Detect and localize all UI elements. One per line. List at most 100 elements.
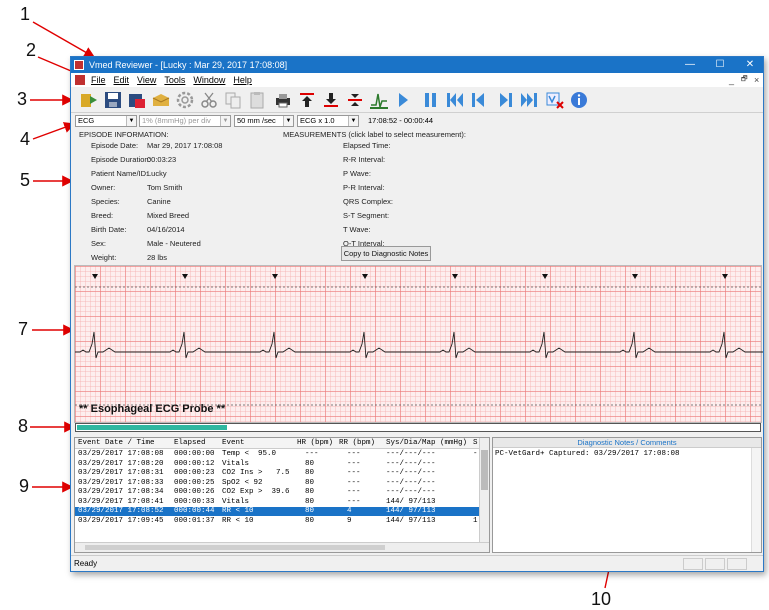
menu-edit[interactable]: Edit [110, 73, 134, 87]
beat-marker-icon [452, 274, 458, 279]
status-bar: Ready [71, 555, 763, 571]
notes-vertical-scrollbar[interactable] [751, 448, 761, 552]
cut-icon[interactable] [199, 90, 219, 110]
col-s[interactable]: S [473, 439, 478, 448]
pause-icon[interactable] [421, 90, 441, 110]
probe-label: ** Esophageal ECG Probe ** [79, 403, 226, 415]
display-settings-bar: ECG ▼ 1% (8mmHg) per div ▼ 50 mm /sec ▼ ECG… [71, 113, 763, 129]
skip-to-start-icon[interactable] [445, 90, 465, 110]
table-row-selected[interactable]: 03/29/2017 17:08:52 000:00:44 RR < 10 80 4 14… [75, 507, 479, 516]
cell-bp: 144/ 97/113 [386, 497, 436, 506]
table-row[interactable]: 03/29/2017 17:08:33 000:00:25 SpO2 < 92 80 -… [75, 479, 479, 488]
align-bottom-icon[interactable] [321, 90, 341, 110]
minimize-button[interactable]: — [675, 57, 705, 73]
mdi-minimize-button[interactable]: _ [729, 73, 734, 87]
diagnostic-notes-panel[interactable]: Diagnostic Notes / Comments PC-VetGard+ … [492, 437, 762, 553]
measurement-st-segment[interactable]: S-T Segment: [343, 211, 389, 220]
playback-progress-bar[interactable] [75, 423, 761, 432]
scale-select-value: 1% (8mmHg) per div [142, 116, 211, 125]
col-elapsed[interactable]: Elapsed [174, 439, 206, 448]
value-marker-icon[interactable] [545, 90, 565, 110]
align-top-icon[interactable] [297, 90, 317, 110]
callout-7: 7 [18, 319, 29, 339]
cell-hr: 80 [305, 478, 315, 487]
table-row[interactable]: 03/29/2017 17:08:20 000:00:12 Vitals 80 --- -… [75, 460, 479, 469]
status-pane [727, 558, 747, 570]
cell-event: Temp < 95.0 [222, 450, 277, 458]
events-horizontal-scrollbar[interactable] [75, 542, 489, 552]
measurement-elapsed-time[interactable]: Elapsed Time: [343, 141, 391, 150]
align-center-icon[interactable] [345, 90, 365, 110]
menu-tools[interactable]: Tools [160, 73, 189, 87]
menu-window[interactable]: Window [189, 73, 229, 87]
menu-view[interactable]: View [133, 73, 160, 87]
status-text: Ready [74, 559, 98, 568]
copy-icon[interactable] [223, 90, 243, 110]
mdi-close-button[interactable]: × [754, 73, 759, 87]
print-icon[interactable] [273, 90, 293, 110]
beat-marker-icon [542, 274, 548, 279]
cell-s: - [473, 450, 478, 458]
table-row[interactable]: 03/29/2017 17:08:41 000:00:33 Vitals 80 --- 1… [75, 498, 479, 507]
weight-label: Weight: [91, 253, 117, 262]
cell-elapsed: 000:00:00 [174, 450, 215, 458]
col-hr[interactable]: HR (bpm) [297, 439, 333, 448]
open-icon[interactable] [79, 90, 99, 110]
step-back-icon[interactable] [469, 90, 489, 110]
gain-select[interactable]: ECG x 1.0 ▼ [297, 115, 359, 127]
speed-select[interactable]: 50 mm /sec ▼ [234, 115, 294, 127]
channel-select[interactable]: ECG ▼ [75, 115, 137, 127]
cell-elapsed: 000:00:44 [174, 507, 215, 515]
paste-icon[interactable] [247, 90, 267, 110]
table-row[interactable]: 03/29/2017 17:09:45 000:01:37 RR < 10 80 9 14… [75, 517, 479, 526]
document-icon[interactable] [75, 75, 85, 85]
measurement-qrs-complex[interactable]: QRS Complex: [343, 197, 393, 206]
window-title: Vmed Reviewer - [Lucky : Mar 29, 2017 17… [89, 60, 288, 70]
copy-to-notes-button[interactable]: Copy to Diagnostic Notes [341, 246, 431, 261]
table-row[interactable]: 03/29/2017 17:08:08 000:00:00 Temp < 95.0 -… [75, 450, 479, 459]
col-rr[interactable]: RR (bpm) [339, 439, 375, 448]
menu-help[interactable]: Help [229, 73, 256, 87]
mdi-restore-button[interactable]: 🗗 [741, 73, 748, 87]
mark-event-icon[interactable] [369, 90, 389, 110]
skip-to-end-icon[interactable] [519, 90, 539, 110]
cell-bp: ---/---/--- [386, 469, 436, 477]
save-icon[interactable] [103, 90, 123, 110]
measurement-pr-interval[interactable]: P-R Interval: [343, 183, 385, 192]
diagnostic-notes-header: Diagnostic Notes / Comments [493, 438, 761, 448]
table-row[interactable]: 03/29/2017 17:08:34 000:00:26 CO2 Exp > 39… [75, 488, 479, 497]
title-bar[interactable]: Vmed Reviewer - [Lucky : Mar 29, 2017 17… [71, 57, 763, 73]
menu-file[interactable]: File [87, 73, 110, 87]
table-row[interactable]: 03/29/2017 17:08:31 000:00:23 CO2 Ins > 7.… [75, 469, 479, 478]
app-icon [74, 60, 84, 70]
beat-marker-icon [92, 274, 98, 279]
birth-date-label: Birth Date: [91, 225, 127, 234]
step-forward-icon[interactable] [495, 90, 515, 110]
ecg-waveform-panel[interactable]: ** Esophageal ECG Probe ** [74, 265, 763, 423]
measurement-rr-interval[interactable]: R-R Interval: [343, 155, 385, 164]
col-sys-dia-map[interactable]: Sys/Dia/Map (mmHg) [386, 439, 467, 448]
play-icon[interactable] [393, 90, 413, 110]
cell-event: Vitals [222, 497, 250, 506]
print-preview-icon[interactable] [127, 90, 147, 110]
events-vertical-scrollbar[interactable] [479, 438, 489, 544]
scroll-thumb[interactable] [481, 450, 488, 490]
col-event-date[interactable]: Event Date / Time [78, 439, 155, 448]
export-icon[interactable] [151, 90, 171, 110]
measurement-t-wave[interactable]: T Wave: [343, 225, 371, 234]
measurement-p-wave[interactable]: P Wave: [343, 169, 371, 178]
callout-9: 9 [19, 476, 30, 496]
diagnostic-notes-text[interactable]: PC-VetGard+ Captured: 03/29/2017 17:08:0… [495, 450, 680, 458]
cell-rr: --- [347, 497, 361, 506]
col-event[interactable]: Event [222, 439, 245, 448]
close-button[interactable]: ✕ [735, 57, 763, 73]
settings-gear-icon[interactable] [175, 90, 195, 110]
cell-event: RR < 10 [222, 516, 254, 525]
chevron-down-icon: ▼ [283, 116, 293, 126]
scroll-thumb[interactable] [85, 545, 385, 550]
cell-rr: --- [347, 469, 361, 477]
cell-event: RR < 10 [222, 507, 254, 515]
sex-value: Male - Neutered [147, 239, 201, 248]
info-icon[interactable] [569, 90, 589, 110]
maximize-button[interactable]: ☐ [705, 57, 735, 73]
